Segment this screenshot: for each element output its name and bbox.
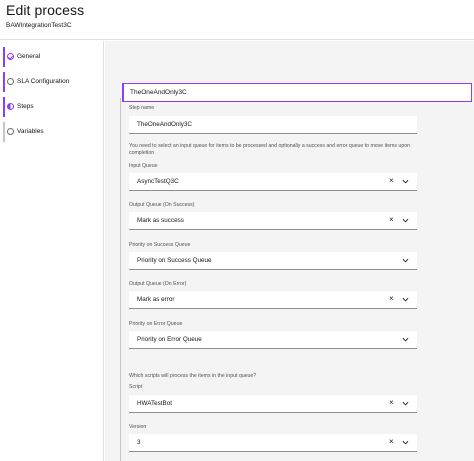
input-queue-select[interactable]: AsyncTestQ3C × xyxy=(129,173,417,191)
half-circle-icon xyxy=(7,103,14,110)
script-select[interactable]: HWATestBot × xyxy=(129,395,417,413)
page-header: Edit process BAWIntegrationTest3C xyxy=(0,0,474,40)
output-error-label: Output Queue (On Error) xyxy=(129,281,187,287)
sidebar-item-label: Variables xyxy=(17,128,44,135)
sidebar-item-steps[interactable]: Steps xyxy=(0,97,104,117)
close-icon[interactable]: × xyxy=(389,437,394,447)
progress-bar-segment xyxy=(3,72,5,92)
input-queue-label: Input Queue xyxy=(129,163,158,169)
sidebar-item-label: SLA Configuration xyxy=(17,78,70,85)
selected-indicator xyxy=(122,83,124,102)
priority-error-label: Priority on Error Queue xyxy=(129,321,183,327)
chevron-down-icon[interactable] xyxy=(402,336,409,343)
close-icon[interactable]: × xyxy=(389,398,394,408)
output-error-select[interactable]: Mark as error × xyxy=(129,291,417,309)
circle-icon xyxy=(7,78,14,85)
step-tile[interactable]: TheOneAndOnly3C xyxy=(122,83,472,102)
chevron-down-icon[interactable] xyxy=(402,178,409,185)
sidebar-item-variables[interactable]: Variables xyxy=(0,122,104,142)
priority-error-select[interactable]: Priority on Error Queue xyxy=(129,331,417,349)
close-icon[interactable]: × xyxy=(389,176,394,186)
page-title: Edit process xyxy=(6,2,85,18)
sidebar-item-general[interactable]: General xyxy=(0,47,104,67)
sidebar-item-label: General xyxy=(17,53,41,60)
priority-error-value: Priority on Error Queue xyxy=(137,336,202,343)
close-icon[interactable]: × xyxy=(389,294,394,304)
output-success-select[interactable]: Mark as success × xyxy=(129,212,417,230)
progress-bar-segment xyxy=(3,47,5,67)
output-success-label: Output Queue (On Success) xyxy=(129,202,195,208)
chevron-down-icon[interactable] xyxy=(402,217,409,224)
version-label: Version xyxy=(129,424,147,430)
script-label: Script xyxy=(129,384,143,390)
circle-icon xyxy=(7,128,14,135)
sidebar-item-label: Steps xyxy=(17,103,34,110)
script-help-text: Which scripts will process the items in … xyxy=(129,373,257,379)
chevron-down-icon[interactable] xyxy=(402,296,409,303)
step-name-value: TheOneAndOnly3C xyxy=(137,121,192,128)
queue-help-text: You need to select an input queue for it… xyxy=(129,143,410,156)
checkmark-circle-icon xyxy=(7,53,14,60)
progress-sidebar: General SLA Configuration Steps Variable… xyxy=(0,41,104,461)
version-select[interactable]: 3 × xyxy=(129,434,417,452)
chevron-down-icon[interactable] xyxy=(402,439,409,446)
chevron-down-icon[interactable] xyxy=(402,257,409,264)
output-success-value: Mark as success xyxy=(137,217,184,224)
progress-bar-segment xyxy=(3,97,5,117)
script-value: HWATestBot xyxy=(137,400,172,407)
page-subtitle: BAWIntegrationTest3C xyxy=(6,22,72,29)
output-error-value: Mark as error xyxy=(137,296,175,303)
step-name-input[interactable]: TheOneAndOnly3C xyxy=(129,116,417,134)
step-name-label: Step name xyxy=(129,105,155,111)
close-icon[interactable]: × xyxy=(389,215,394,225)
version-value: 3 xyxy=(137,439,141,446)
priority-success-value: Priority on Success Queue xyxy=(137,257,212,264)
chevron-down-icon[interactable] xyxy=(402,400,409,407)
divider xyxy=(120,98,121,461)
step-tile-label: TheOneAndOnly3C xyxy=(130,89,187,96)
sidebar-item-sla-configuration[interactable]: SLA Configuration xyxy=(0,72,104,92)
input-queue-value: AsyncTestQ3C xyxy=(137,178,179,185)
priority-success-label: Priority on Success Queue xyxy=(129,242,191,248)
progress-bar-segment xyxy=(3,122,5,142)
priority-success-select[interactable]: Priority on Success Queue xyxy=(129,252,417,270)
